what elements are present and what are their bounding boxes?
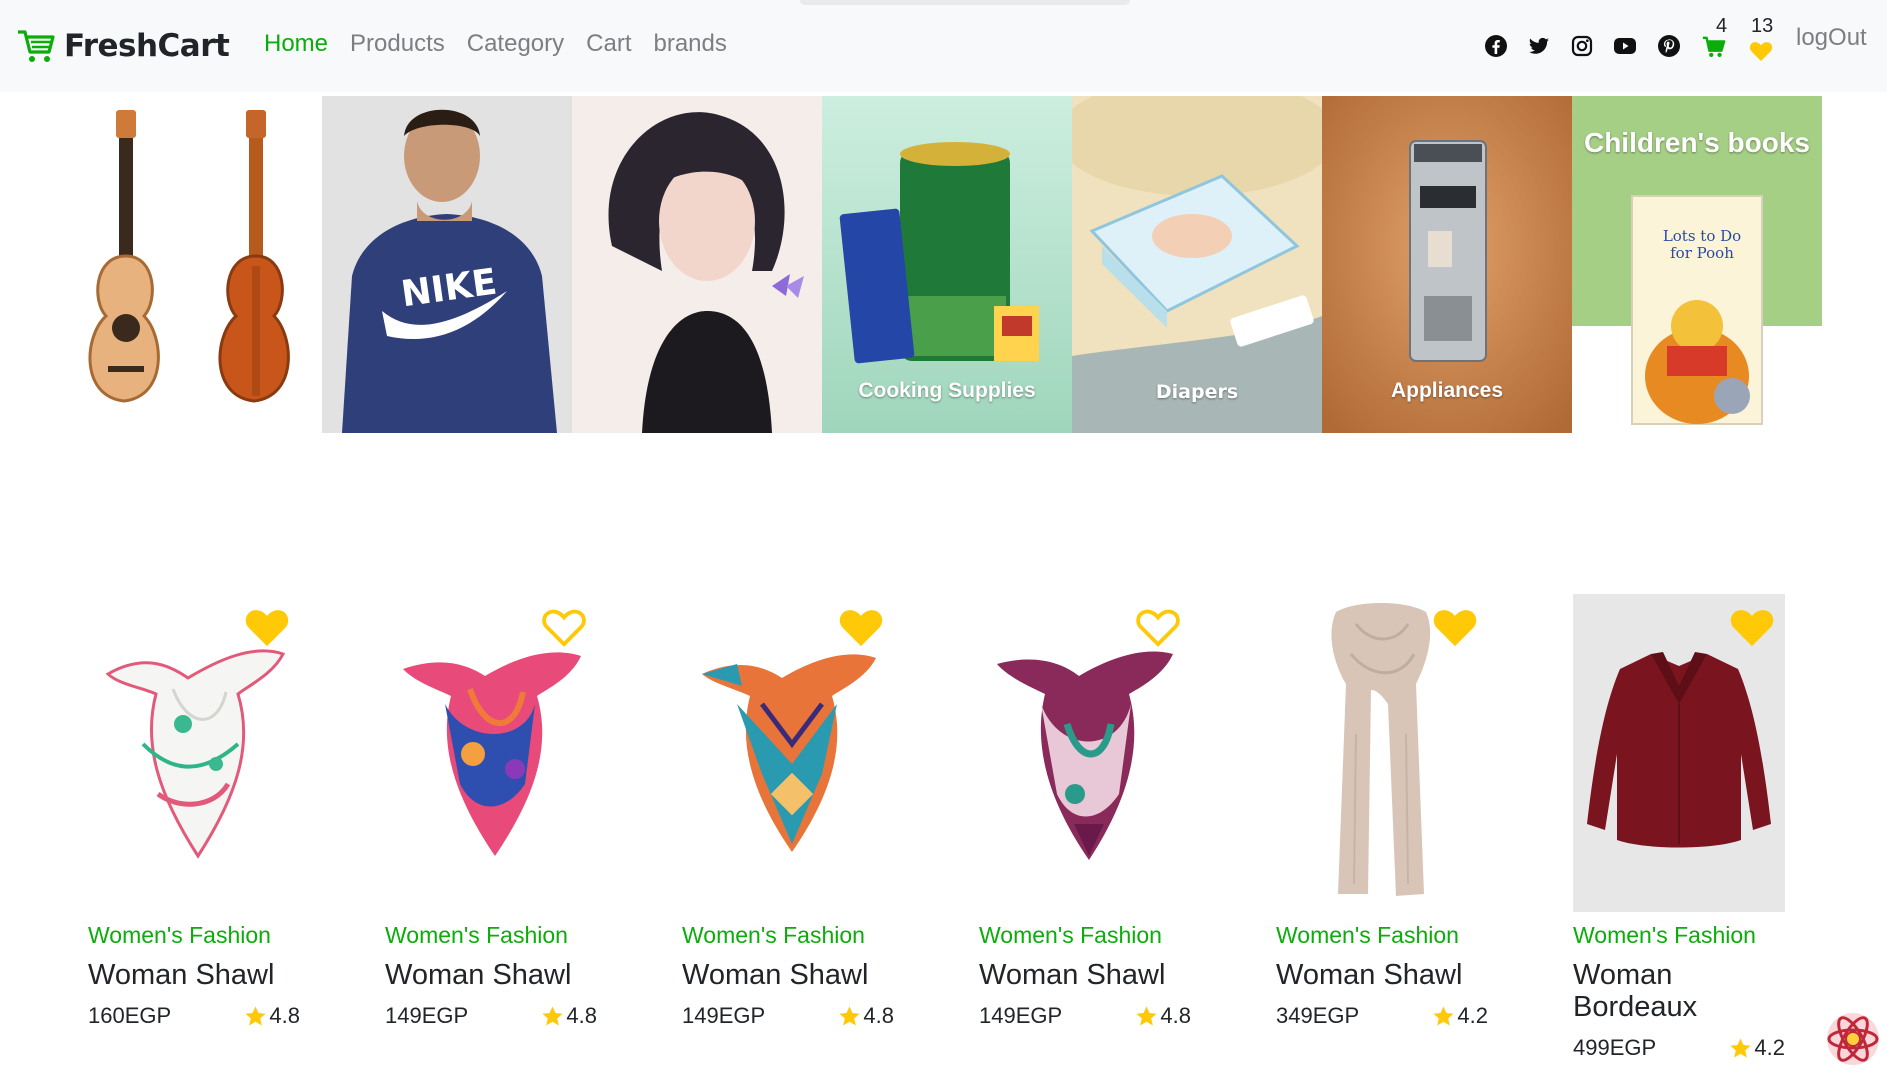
logout-link[interactable]: logOut (1796, 24, 1867, 52)
rating-value: 4.2 (1754, 1035, 1785, 1060)
wishlist-heart-filled-icon[interactable] (244, 606, 290, 648)
slide-appliances[interactable]: Appliances (1322, 96, 1572, 433)
instagram-icon[interactable] (1569, 33, 1595, 59)
product-image[interactable] (979, 594, 1191, 912)
brand-logo[interactable]: FreshCart (16, 26, 230, 66)
product-price: 149EGP (385, 1003, 469, 1028)
wishlist-heart-outline-icon[interactable] (1135, 606, 1181, 648)
wishlist-count-badge: 13 (1751, 15, 1774, 37)
rating-value: 4.8 (269, 1003, 300, 1028)
product-title: Woman Shawl (682, 959, 869, 991)
nav-link-home[interactable]: Home (264, 30, 328, 58)
rating: 4.8 (1135, 1003, 1191, 1029)
slide-cooking-supplies[interactable]: Cooking Supplies (822, 96, 1072, 433)
cart-count-badge: 4 (1716, 15, 1728, 37)
guitar-image (88, 110, 290, 403)
twitter-icon[interactable] (1526, 33, 1552, 59)
product-title: Woman Shawl (979, 959, 1166, 991)
pinterest-icon[interactable] (1656, 33, 1682, 59)
star-icon (245, 1005, 266, 1026)
product-title: Woman Bordeaux (1573, 959, 1698, 1023)
product-image[interactable] (385, 594, 597, 912)
price-row: 149EGP 4.8 (979, 1003, 1191, 1029)
rating: 4.8 (244, 1003, 300, 1029)
brand-name: FreshCart (64, 28, 230, 64)
nav-link-cart[interactable]: Cart (586, 30, 631, 58)
nav-link-products[interactable]: Products (350, 30, 445, 58)
star-icon (1433, 1005, 1454, 1026)
product-card[interactable]: Women's Fashion Woman Shawl 149EGP 4.8 (682, 594, 894, 1061)
product-card[interactable]: Women's Fashion Woman Shawl 160EGP 4.8 (88, 594, 300, 1061)
navbar: FreshCart Home Products Category Cart br… (0, 0, 1887, 92)
rating-value: 4.8 (566, 1003, 597, 1028)
wishlist-heart-filled-icon[interactable] (1432, 606, 1478, 648)
slide-label-diapers: Diapers (1155, 381, 1239, 403)
slide-childrens-books[interactable]: Children's books Lots to Do for Pooh (1572, 96, 1822, 433)
product-price: 160EGP (88, 1003, 172, 1028)
nav-links: Home Products Category Cart brands (264, 30, 727, 58)
star-icon (1730, 1037, 1751, 1058)
product-image[interactable] (88, 594, 300, 912)
product-image[interactable] (1276, 594, 1488, 912)
cart-logo-icon (18, 30, 55, 62)
product-card[interactable]: Women's Fashion Woman Bordeaux 499EGP 4.… (1573, 594, 1785, 1061)
product-price: 149EGP (979, 1003, 1063, 1028)
product-card[interactable]: Women's Fashion Woman Shawl 149EGP 4.8 (385, 594, 597, 1061)
slide-hoodie[interactable]: NIKE (322, 96, 572, 433)
wishlist-heart-filled-icon[interactable] (1729, 606, 1775, 648)
product-card[interactable]: Women's Fashion Woman Shawl 149EGP 4.8 (979, 594, 1191, 1061)
product-title: Woman Shawl (88, 959, 275, 991)
star-icon (1136, 1005, 1157, 1026)
price-row: 499EGP 4.2 (1573, 1035, 1785, 1061)
star-icon (542, 1005, 563, 1026)
price-row: 149EGP 4.8 (385, 1003, 597, 1029)
book-cover-title: Lots to Do for Pooh (1662, 227, 1742, 262)
product-grid: Women's Fashion Woman Shawl 160EGP 4.8 W… (88, 594, 1785, 1061)
rating: 4.2 (1432, 1003, 1488, 1029)
slide-guitar[interactable] (64, 96, 322, 433)
star-icon (839, 1005, 860, 1026)
react-devtools-icon[interactable] (1825, 1011, 1881, 1067)
product-category: Women's Fashion (385, 922, 568, 948)
rating-value: 4.8 (1160, 1003, 1191, 1028)
product-title: Woman Shawl (1276, 959, 1463, 991)
nav-link-brands[interactable]: brands (653, 30, 726, 58)
product-category: Women's Fashion (682, 922, 865, 948)
nav-notch (800, 0, 1130, 5)
slide-label-cooking: Cooking Supplies (858, 379, 1036, 402)
product-category: Women's Fashion (1276, 922, 1459, 948)
rating: 4.2 (1729, 1035, 1785, 1061)
rating-value: 4.8 (863, 1003, 894, 1028)
product-category: Women's Fashion (88, 922, 271, 948)
product-category: Women's Fashion (979, 922, 1162, 948)
price-row: 349EGP 4.2 (1276, 1003, 1488, 1029)
category-slider[interactable]: NIKE Cooking Supplies Diapers Appliances… (64, 96, 1822, 433)
wishlist-heart-filled-icon[interactable] (838, 606, 884, 648)
slide-label-childrens-books: Children's books (1583, 127, 1811, 158)
slide-anime-girl[interactable] (572, 96, 822, 433)
product-image[interactable] (682, 594, 894, 912)
price-row: 149EGP 4.8 (682, 1003, 894, 1029)
rating-value: 4.2 (1457, 1003, 1488, 1028)
wishlist-heart-icon[interactable] (1746, 38, 1776, 64)
product-price: 349EGP (1276, 1003, 1360, 1028)
wishlist-heart-outline-icon[interactable] (541, 606, 587, 648)
anime-girl-image (572, 96, 822, 433)
product-image[interactable] (1573, 594, 1785, 912)
youtube-icon[interactable] (1612, 33, 1638, 59)
rating: 4.8 (541, 1003, 597, 1029)
rating: 4.8 (838, 1003, 894, 1029)
nav-link-category[interactable]: Category (467, 30, 564, 58)
product-price: 149EGP (682, 1003, 766, 1028)
product-category: Women's Fashion (1573, 922, 1756, 948)
product-price: 499EGP (1573, 1035, 1657, 1060)
hoodie-image: NIKE (322, 96, 572, 433)
product-card[interactable]: Women's Fashion Woman Shawl 349EGP 4.2 (1276, 594, 1488, 1061)
slide-label-appliances: Appliances (1390, 379, 1504, 402)
facebook-icon[interactable] (1483, 33, 1509, 59)
product-title: Woman Shawl (385, 959, 572, 991)
price-row: 160EGP 4.8 (88, 1003, 300, 1029)
slide-diapers[interactable]: Diapers (1072, 96, 1322, 433)
